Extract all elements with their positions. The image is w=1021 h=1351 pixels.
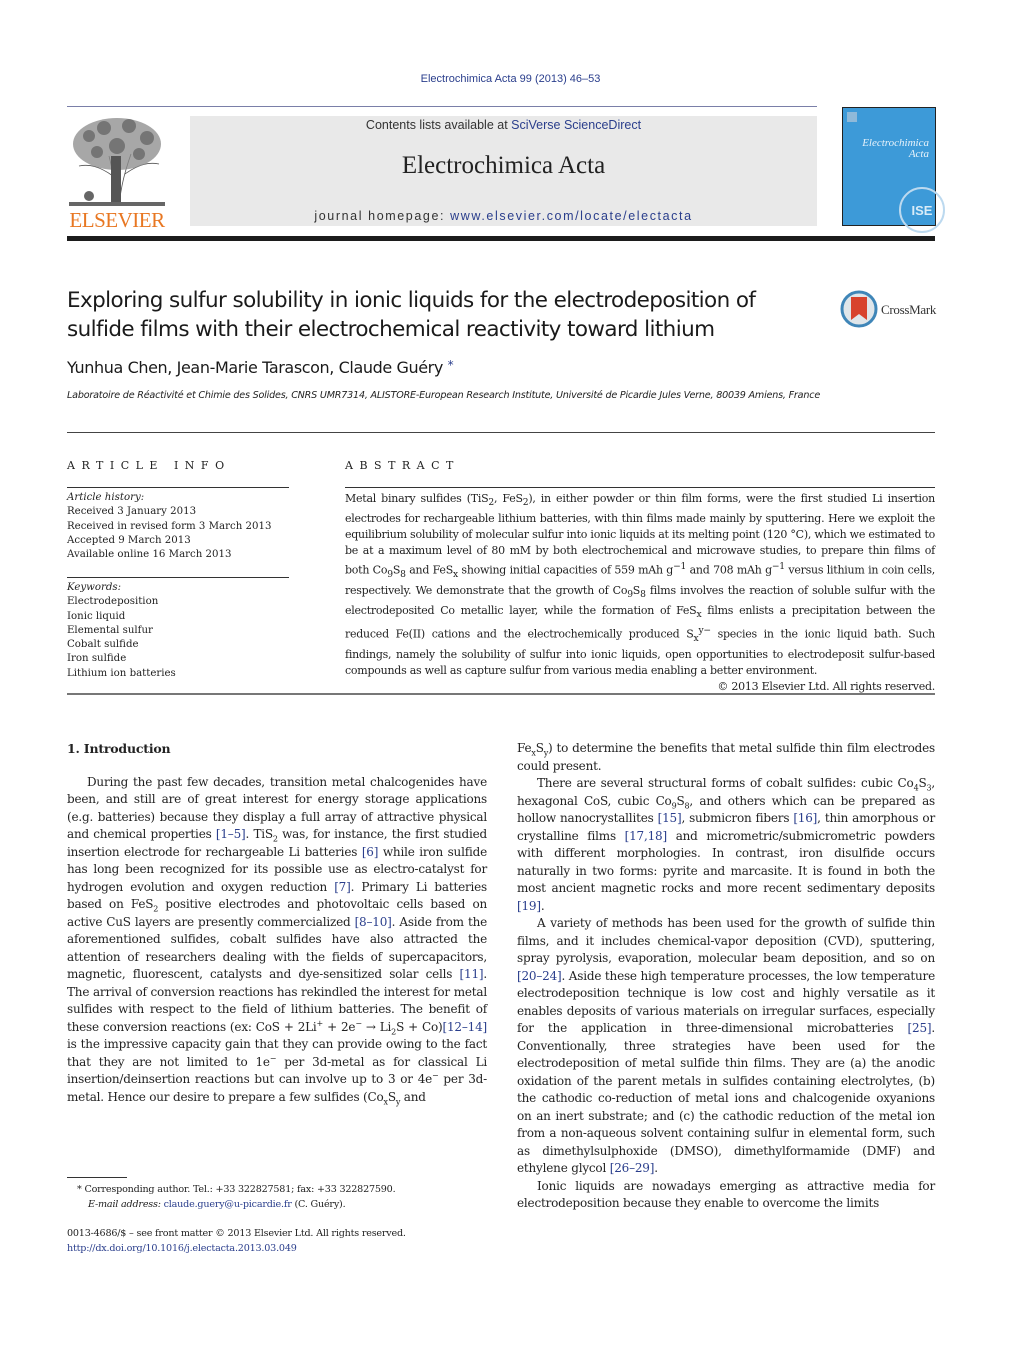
cover-publisher-mark <box>847 112 857 122</box>
cover-title-line2: Acta <box>908 148 929 160</box>
journal-title: Electrochimica Acta <box>401 152 606 179</box>
corresponding-author-footnote: * Corresponding author. Tel.: +33 322827… <box>77 1182 396 1212</box>
email-line: E-mail address: claude.guery@u-picardie.… <box>77 1197 395 1212</box>
corresponding-author-contact: * Corresponding author. Tel.: +33 322827… <box>77 1184 396 1195</box>
journal-cover[interactable]: Electrochimica Acta ISE <box>842 107 945 233</box>
authors-text: Yunhua Chen, Jean-Marie Tarascon, Claude… <box>67 358 443 377</box>
history-item: Accepted 9 March 2013 <box>67 534 191 546</box>
citation-link[interactable]: [7] <box>334 880 351 894</box>
header-rule <box>67 106 817 107</box>
citation-link[interactable]: [12–14] <box>443 1020 488 1034</box>
keywords-list: Keywords: Electrodeposition Ionic liquid… <box>67 581 176 681</box>
journal-reference[interactable]: Electrochimica Acta 99 (2013) 46–53 <box>0 73 1021 85</box>
homepage-prefix: journal homepage: <box>314 209 451 223</box>
body-column-left: 1. Introduction During the past few deca… <box>67 740 487 1106</box>
issn-block: 0013-4686/$ – see front matter © 2013 El… <box>67 1226 406 1256</box>
article-title: Exploring sulfur solubility in ionic liq… <box>67 288 756 342</box>
contents-availability: Contents lists available at SciVerse Sci… <box>190 118 817 132</box>
abstract-bottom-rule <box>67 693 935 695</box>
elsevier-tree-icon <box>69 118 165 207</box>
abstract-heading: ABSTRACT <box>345 459 460 472</box>
citation-link[interactable]: [26–29] <box>610 1161 655 1175</box>
footnote-rule <box>67 1177 127 1178</box>
paragraph: Ionic liquids are nowadays emerging as a… <box>517 1178 935 1211</box>
citation-link[interactable]: [6] <box>362 845 379 859</box>
journal-banner: Contents lists available at SciVerse Sci… <box>190 116 817 226</box>
history-item: Available online 16 March 2013 <box>67 549 232 561</box>
keywords-rule <box>67 577 289 578</box>
article-history: Article history: Received 3 January 2013… <box>67 491 271 562</box>
email-link[interactable]: claude.guery@u-picardie.fr <box>164 1199 292 1210</box>
elsevier-logo[interactable]: ELSEVIER <box>67 116 167 232</box>
title-rule <box>67 432 935 433</box>
abstract-body: Metal binary sulfides (TiS2, FeS2), in e… <box>345 492 936 678</box>
history-item: Received 3 January 2013 <box>67 506 197 518</box>
citation-link[interactable]: [15] <box>658 811 682 825</box>
history-item: Received in revised form 3 March 2013 <box>67 520 272 532</box>
corresponding-author-mark[interactable]: * <box>448 358 454 372</box>
affiliation: Laboratoire de Réactivité et Chimie des … <box>67 390 821 401</box>
paragraph: A variety of methods has been used for t… <box>517 916 935 1175</box>
crossmark-button[interactable]: CrossMark <box>840 290 940 330</box>
keywords-label: Keywords: <box>67 582 122 593</box>
article-info-heading: ARTICLE INFO <box>67 459 231 472</box>
citation-link[interactable]: [11] <box>460 967 484 981</box>
email-label: E-mail address: <box>88 1199 164 1210</box>
body-column-right: FexSy) to determine the benefits that me… <box>517 740 935 1213</box>
abstract-text: Metal binary sulfides (TiS2, FeS2), in e… <box>345 491 935 695</box>
citation-link[interactable]: [16] <box>793 811 817 825</box>
keyword: Cobalt sulfide <box>67 639 139 651</box>
citation-link[interactable]: [8–10] <box>355 915 392 929</box>
ise-badge-icon: ISE <box>899 187 945 233</box>
sciencedirect-link[interactable]: SciVerse ScienceDirect <box>511 118 641 132</box>
doi-link[interactable]: http://dx.doi.org/10.1016/j.electacta.20… <box>67 1243 297 1254</box>
paragraph: During the past few decades, transition … <box>67 774 488 1106</box>
header-thick-rule <box>67 236 935 241</box>
cover-title: Electrochimica Acta <box>862 138 929 160</box>
abstract-rule <box>345 487 935 488</box>
keyword: Elemental sulfur <box>67 624 153 636</box>
email-suffix: (C. Guéry). <box>291 1199 346 1210</box>
crossmark-label: CrossMark <box>881 302 937 317</box>
issn-line: 0013-4686/$ – see front matter © 2013 El… <box>67 1228 406 1239</box>
contents-prefix: Contents lists available at <box>365 118 512 132</box>
citation-link[interactable]: [1–5] <box>216 827 246 841</box>
keyword: Electrodeposition <box>67 596 159 608</box>
author-list: Yunhua Chen, Jean-Marie Tarascon, Claude… <box>67 358 454 377</box>
keyword: Ionic liquid <box>67 610 126 622</box>
citation-link[interactable]: [20–24] <box>517 969 562 983</box>
article-info-rule <box>67 487 289 488</box>
keyword: Lithium ion batteries <box>67 667 176 679</box>
section-heading-introduction: 1. Introduction <box>67 741 171 756</box>
crossmark-icon <box>840 290 878 328</box>
homepage-link[interactable]: www.elsevier.com/locate/electacta <box>450 209 692 223</box>
citation-link[interactable]: [25] <box>908 1021 932 1035</box>
keyword: Iron sulfide <box>67 653 127 665</box>
elsevier-wordmark: ELSEVIER <box>69 208 165 232</box>
paragraph: FexSy) to determine the benefits that me… <box>517 741 935 773</box>
history-label: Article history: <box>67 492 145 503</box>
paragraph: There are several structural forms of co… <box>517 776 935 913</box>
citation-link[interactable]: [19] <box>517 899 541 913</box>
journal-homepage: journal homepage: www.elsevier.com/locat… <box>190 209 817 223</box>
citation-link[interactable]: [17,18] <box>625 829 668 843</box>
